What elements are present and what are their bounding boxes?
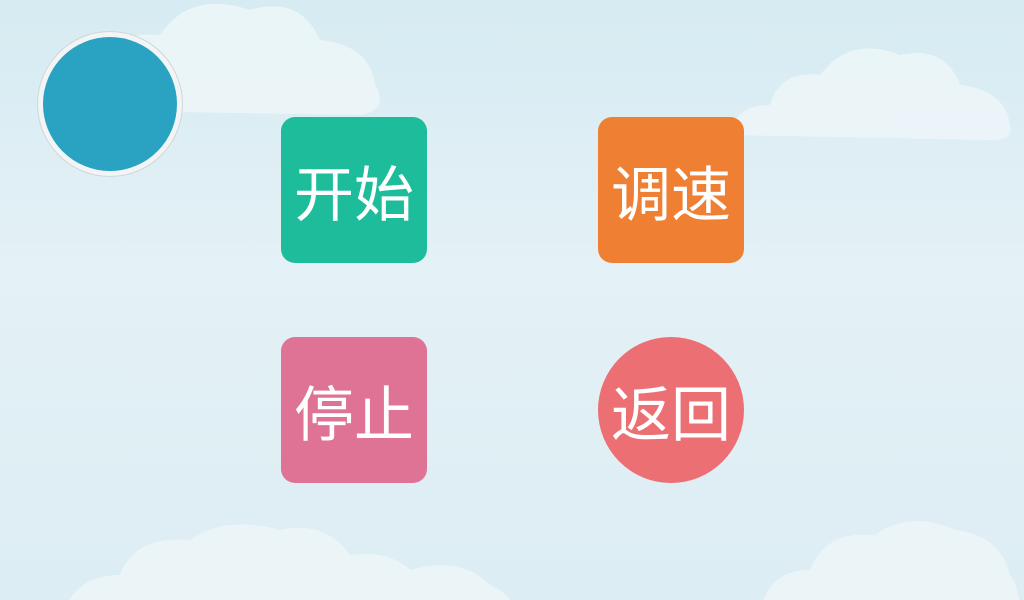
back-button[interactable]: 返回 bbox=[598, 337, 744, 483]
stop-button-label: 停止 bbox=[294, 380, 414, 451]
status-indicator-fill bbox=[43, 37, 177, 171]
start-button-label: 开始 bbox=[294, 160, 414, 231]
cloud-bottom-right bbox=[763, 521, 1020, 600]
back-button-label: 返回 bbox=[611, 380, 731, 451]
start-button[interactable]: 开始 bbox=[281, 117, 427, 263]
cloud-bottom-left bbox=[69, 524, 510, 600]
status-indicator bbox=[37, 31, 183, 177]
speed-button[interactable]: 调速 bbox=[598, 117, 744, 263]
speed-button-label: 调速 bbox=[611, 160, 731, 231]
stop-button[interactable]: 停止 bbox=[281, 337, 427, 483]
cloud-top-right bbox=[730, 48, 1011, 141]
